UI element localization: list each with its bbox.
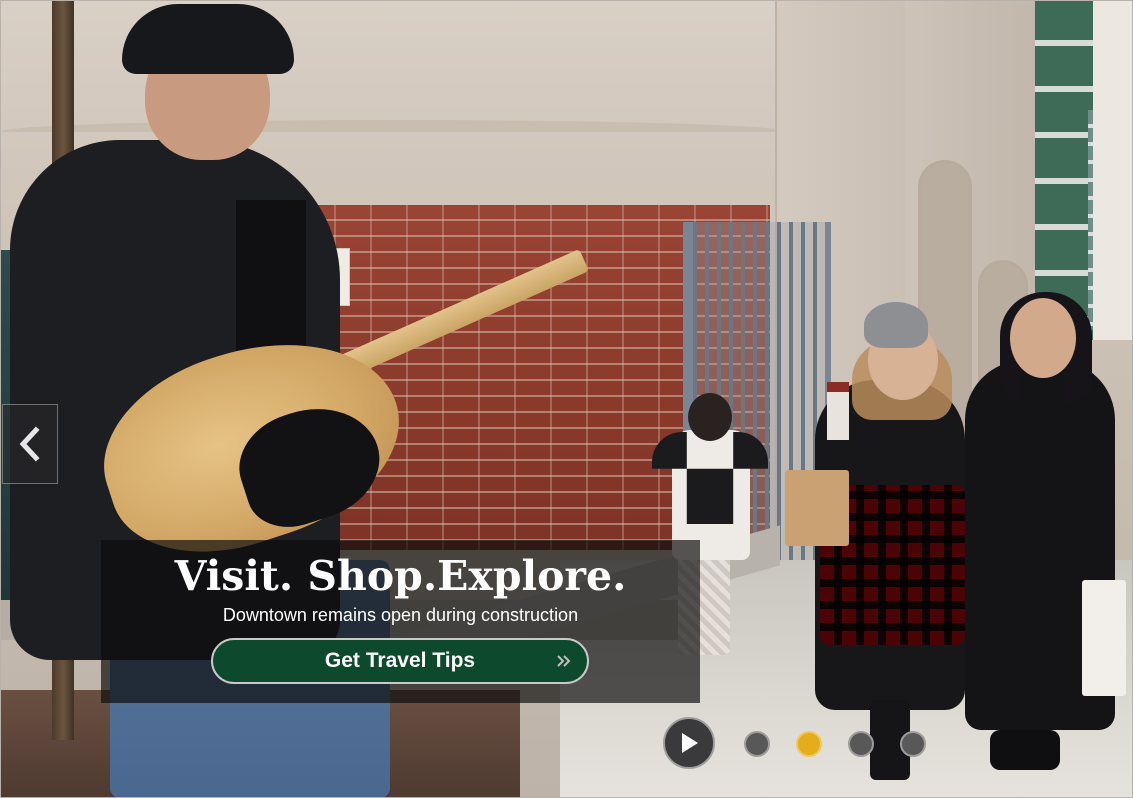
guitarist-cap: [122, 4, 294, 74]
glass-facade: [1035, 0, 1095, 340]
hero-slideshow: Visit. Shop.Explore. Downtown remains op…: [0, 0, 1133, 798]
shopping-bag-paper: [785, 470, 849, 546]
slide-dot-1[interactable]: [744, 731, 770, 757]
girl-head: [688, 393, 732, 441]
cta-label: Get Travel Tips: [324, 649, 476, 672]
sky: [1093, 0, 1133, 340]
play-slideshow-button[interactable]: [663, 717, 715, 769]
slide-dot-3[interactable]: [848, 731, 874, 757]
slide-dot-4[interactable]: [900, 731, 926, 757]
double-chevron-right-icon: [557, 655, 571, 667]
hero-caption: Visit. Shop.Explore. Downtown remains op…: [101, 540, 700, 703]
shopping-bag-white: [1082, 580, 1126, 696]
hero-headline: Visit. Shop.Explore.: [174, 552, 627, 600]
chevron-left-icon: [19, 426, 40, 462]
hero-subheadline: Downtown remains open during constructio…: [222, 605, 579, 625]
beanie-hat: [864, 302, 928, 348]
woman-right-head: [1010, 298, 1076, 378]
coffee-cup: [827, 382, 849, 440]
slide-dot-2-active[interactable]: [796, 731, 822, 757]
woman-right-shoes: [990, 730, 1060, 770]
previous-slide-button[interactable]: [2, 404, 58, 484]
play-icon: [682, 733, 698, 753]
get-travel-tips-button[interactable]: Get Travel Tips: [211, 638, 589, 684]
